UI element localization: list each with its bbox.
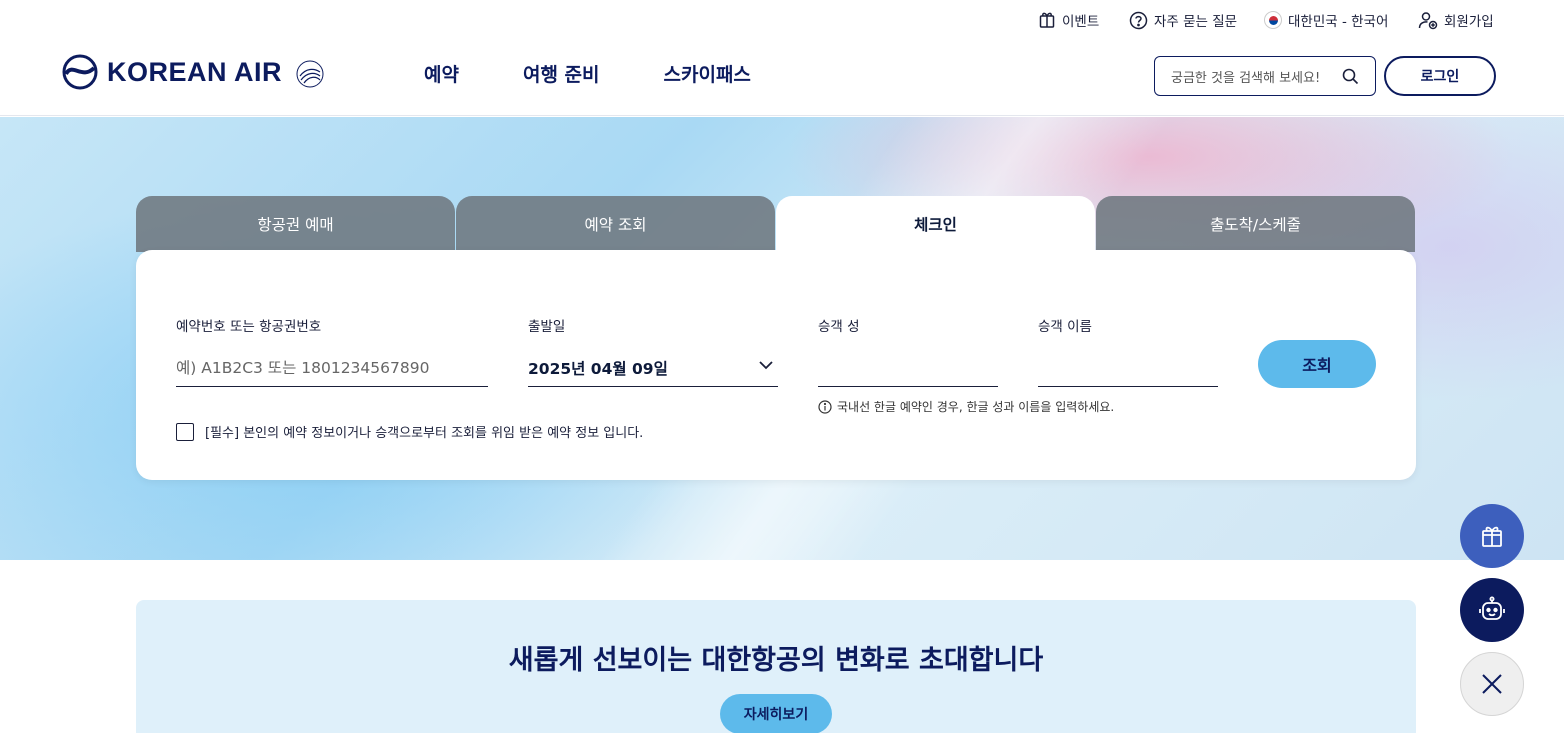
last-name-underline bbox=[818, 386, 998, 387]
signup-label: 회원가입 bbox=[1444, 14, 1494, 30]
promo-title: 새롭게 선보이는 대한항공의 변화로 초대합니다 bbox=[508, 645, 1044, 676]
gift-icon bbox=[1482, 526, 1502, 547]
info-icon bbox=[818, 399, 832, 414]
site-search-box[interactable]: 궁금한 것을 검색해 보세요! bbox=[1154, 56, 1376, 96]
event-link[interactable]: 이벤트 bbox=[1038, 10, 1099, 30]
question-icon bbox=[1129, 11, 1148, 29]
departure-date-label: 출발일 bbox=[528, 319, 566, 335]
promo-details-button[interactable]: 자세히보기 bbox=[720, 694, 832, 733]
first-name-label: 승객 이름 bbox=[1038, 319, 1092, 335]
faq-label: 자주 묻는 질문 bbox=[1154, 14, 1238, 30]
consent-text: [필수] 본인의 예약 정보이거나 승객으로부터 조회를 위임 받은 예약 정보… bbox=[205, 426, 644, 441]
skyteam-icon bbox=[296, 60, 324, 88]
language-selector[interactable]: 대한민국 - 한국어 bbox=[1264, 10, 1388, 30]
first-name-underline bbox=[1038, 386, 1218, 387]
nav-skypass[interactable]: 스카이패스 bbox=[664, 60, 751, 87]
tab-ticket-booking[interactable]: 항공권 예매 bbox=[136, 196, 455, 252]
last-name-label: 승객 성 bbox=[818, 319, 860, 335]
first-name-input[interactable] bbox=[1038, 356, 1218, 380]
floating-chatbot-button[interactable] bbox=[1460, 578, 1524, 642]
taeguk-logo-icon bbox=[62, 54, 98, 90]
checkin-panel: 예약번호 또는 항공권번호 출발일 2025년 04월 09일 승객 성 승객 … bbox=[136, 250, 1416, 480]
checkin-search-button[interactable]: 조회 bbox=[1258, 340, 1376, 388]
user-add-icon bbox=[1418, 11, 1438, 29]
login-button[interactable]: 로그인 bbox=[1384, 56, 1496, 96]
booking-number-input[interactable] bbox=[176, 356, 488, 380]
tab-checkin[interactable]: 체크인 bbox=[776, 196, 1095, 252]
nav-travel-prep[interactable]: 여행 준비 bbox=[523, 60, 600, 87]
promo-banner: 새롭게 선보이는 대한항공의 변화로 초대합니다 자세히보기 bbox=[136, 600, 1416, 733]
departure-date-underline bbox=[528, 386, 778, 387]
nav-reservation[interactable]: 예약 bbox=[424, 60, 459, 87]
utility-bar: 이벤트 자주 묻는 질문 대한민국 - 한국어 회원가입 bbox=[0, 0, 1564, 40]
name-hint-text: 국내선 한글 예약인 경우, 한글 성과 이름을 입력하세요. bbox=[837, 400, 1115, 414]
consent-checkbox[interactable] bbox=[176, 422, 194, 441]
faq-link[interactable]: 자주 묻는 질문 bbox=[1129, 10, 1237, 30]
tab-reservation-lookup[interactable]: 예약 조회 bbox=[456, 196, 775, 252]
chevron-down-icon[interactable] bbox=[758, 359, 774, 371]
korea-flag-icon bbox=[1264, 11, 1282, 29]
close-icon bbox=[1482, 674, 1502, 694]
floating-event-button[interactable] bbox=[1460, 504, 1524, 568]
robot-icon bbox=[1479, 596, 1505, 620]
floating-close-button[interactable] bbox=[1460, 652, 1524, 716]
departure-date-value[interactable]: 2025년 04월 09일 bbox=[528, 357, 668, 379]
search-icon[interactable] bbox=[1342, 68, 1359, 85]
main-header: KOREAN AIR 예약 여행 준비 스카이패스 궁금한 것을 검색해 보세요… bbox=[0, 40, 1564, 116]
logo-text: KOREAN AIR bbox=[107, 56, 283, 87]
gift-icon bbox=[1039, 12, 1055, 28]
booking-number-label: 예약번호 또는 항공권번호 bbox=[176, 319, 322, 335]
search-placeholder: 궁금한 것을 검색해 보세요! bbox=[1171, 70, 1321, 86]
event-label: 이벤트 bbox=[1062, 14, 1100, 30]
main-nav: 예약 여행 준비 스카이패스 bbox=[424, 60, 815, 87]
consent-row: [필수] 본인의 예약 정보이거나 승객으로부터 조회를 위임 받은 예약 정보… bbox=[176, 422, 643, 441]
last-name-input[interactable] bbox=[818, 356, 998, 380]
booking-number-underline bbox=[176, 386, 488, 387]
tab-flight-status[interactable]: 출도착/스케줄 bbox=[1096, 196, 1415, 252]
name-hint: 국내선 한글 예약인 경우, 한글 성과 이름을 입력하세요. bbox=[818, 398, 1114, 415]
language-label: 대한민국 - 한국어 bbox=[1288, 14, 1389, 30]
korean-air-logo[interactable]: KOREAN AIR bbox=[62, 53, 328, 91]
signup-link[interactable]: 회원가입 bbox=[1418, 10, 1494, 30]
